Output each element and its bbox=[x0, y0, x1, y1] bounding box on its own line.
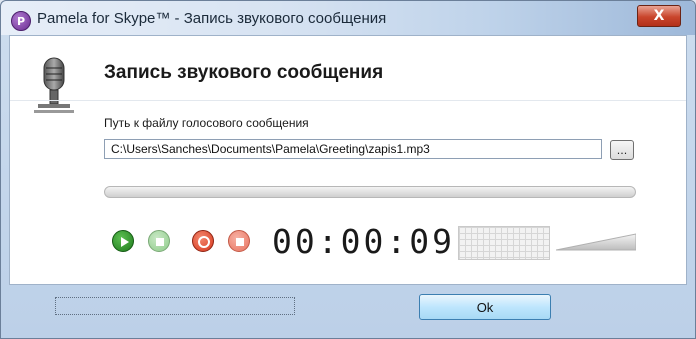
playback-progress-bar[interactable] bbox=[104, 186, 636, 198]
path-label: Путь к файлу голосового сообщения bbox=[104, 116, 309, 130]
close-button[interactable]: X bbox=[637, 5, 681, 27]
browse-button[interactable]: ... bbox=[610, 140, 634, 160]
play-button[interactable] bbox=[112, 230, 134, 252]
stop-button[interactable] bbox=[148, 230, 170, 252]
ok-button[interactable]: Ok bbox=[419, 294, 551, 320]
header-divider bbox=[10, 100, 686, 101]
stop-record-button[interactable] bbox=[228, 230, 250, 252]
play-icon bbox=[121, 237, 129, 247]
pamela-app-icon: P bbox=[11, 11, 31, 31]
microphone-icon bbox=[34, 57, 74, 113]
record-button[interactable] bbox=[192, 230, 214, 252]
title-bar[interactable]: P Pamela for Skype™ - Запись звукового с… bbox=[1, 1, 695, 35]
status-field bbox=[55, 297, 295, 315]
window-title: Pamela for Skype™ - Запись звукового соо… bbox=[37, 10, 387, 27]
dialog-window: P Pamela for Skype™ - Запись звукового с… bbox=[0, 0, 696, 339]
time-display: 00:00:09 bbox=[272, 222, 455, 261]
record-icon bbox=[198, 236, 210, 248]
page-title: Запись звукового сообщения bbox=[104, 62, 384, 83]
file-path-input[interactable] bbox=[104, 139, 602, 159]
level-meter bbox=[458, 226, 550, 260]
stop-record-icon bbox=[236, 238, 244, 246]
dialog-content: Запись звукового сообщения Путь к файлу … bbox=[9, 35, 687, 285]
stop-icon bbox=[156, 238, 164, 246]
volume-slider[interactable] bbox=[556, 232, 636, 252]
